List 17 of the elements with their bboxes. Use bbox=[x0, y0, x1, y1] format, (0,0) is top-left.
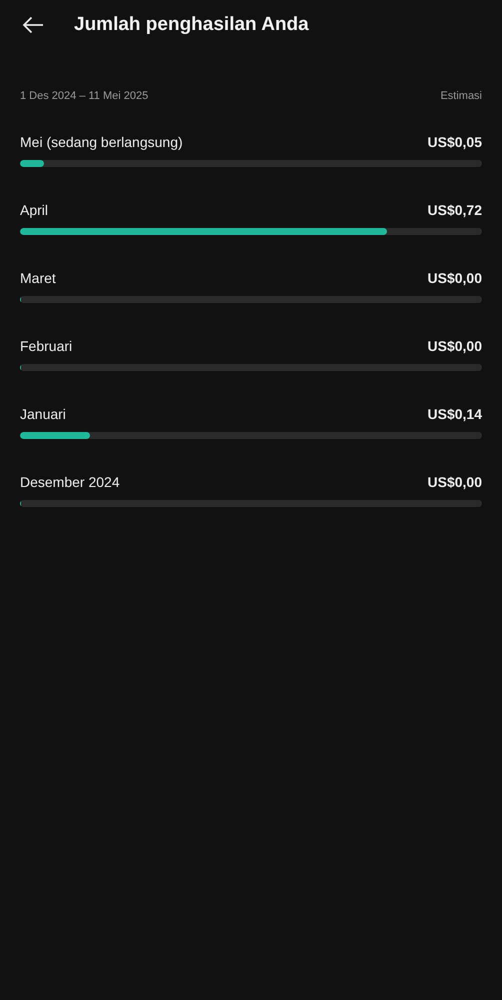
earnings-amount: US$0,00 bbox=[428, 338, 482, 354]
earnings-amount: US$0,00 bbox=[428, 270, 482, 286]
earnings-amount: US$0,00 bbox=[428, 474, 482, 490]
earnings-amount: US$0,14 bbox=[428, 406, 482, 422]
month-label: Maret bbox=[20, 270, 56, 286]
month-label: Desember 2024 bbox=[20, 474, 120, 490]
estimate-label: Estimasi bbox=[440, 90, 482, 102]
back-arrow-icon bbox=[22, 16, 44, 34]
earnings-amount: US$0,05 bbox=[428, 134, 482, 150]
month-label: April bbox=[20, 202, 48, 218]
month-label: Februari bbox=[20, 338, 72, 354]
earnings-amount: US$0,72 bbox=[428, 202, 482, 218]
month-label: Mei (sedang berlangsung) bbox=[20, 134, 183, 150]
month-label: Januari bbox=[20, 406, 66, 422]
page-title: Jumlah penghasilan Anda bbox=[74, 14, 309, 36]
date-range: 1 Des 2024 – 11 Mei 2025 bbox=[20, 90, 148, 102]
back-button[interactable] bbox=[22, 16, 44, 34]
